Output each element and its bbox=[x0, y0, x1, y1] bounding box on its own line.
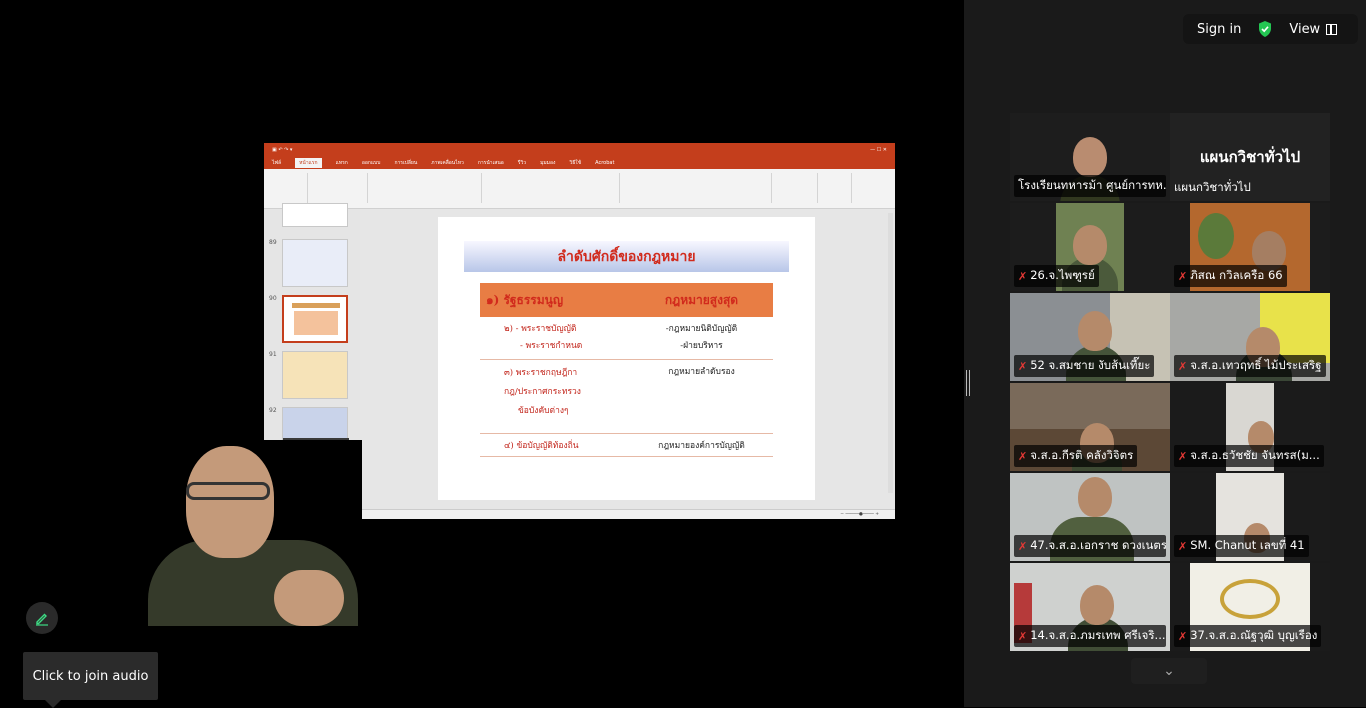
ppt-ribbon-tabs: ไฟล์ หน้าแรก แทรก ออกแบบ การเปลี่ยน ภาพเคลื่อ… bbox=[264, 156, 895, 169]
participant-tile-active-speaker[interactable]: โรงเรียนทหารม้า ศูนย์การทห... bbox=[1010, 113, 1170, 201]
slide-thumbnail-selected[interactable] bbox=[282, 295, 348, 343]
pencil-icon bbox=[36, 613, 48, 626]
top-right-controls: Sign in View bbox=[1183, 14, 1358, 44]
muted-mic-icon: ✗ bbox=[1178, 449, 1188, 463]
participant-tile[interactable]: ✗ จ.ส.อ.กีรติ คลังวิจิตร bbox=[1010, 383, 1170, 471]
participant-tile[interactable]: แผนกวิชาทั่วไป แผนกวิชาทั่วไป bbox=[1170, 113, 1330, 201]
table-row: ๔) ข้อบัญญัติท้องถิ่น กฎหมายองค์การบัญญั… bbox=[480, 433, 773, 457]
participant-name: ✗ จ.ส.อ.ธวัชชัย จันทรส(ม... bbox=[1174, 445, 1324, 467]
participant-name: ✗ ภิสณ กวิลเครือ 66 bbox=[1174, 265, 1287, 287]
participant-name: ✗ 14.จ.ส.อ.ภมรเทพ ศรีเจริ... bbox=[1014, 625, 1166, 647]
slide-thumbnail[interactable] bbox=[282, 203, 348, 227]
muted-mic-icon: ✗ bbox=[1178, 359, 1188, 373]
participant-name: ✗ 26.จ.ไพฑูรย์ bbox=[1014, 265, 1099, 287]
participant-name: ✗ จ.ส.อ.กีรติ คลังวิจิตร bbox=[1014, 445, 1138, 467]
presenter-video bbox=[134, 440, 362, 626]
ppt-ribbon bbox=[264, 169, 895, 209]
sign-in-link[interactable]: Sign in bbox=[1197, 22, 1241, 37]
participant-name: ✗ 37.จ.ส.อ.ณัฐวุฒิ บุญเรือง bbox=[1174, 625, 1322, 647]
table-cell: -ฝ่ายบริหาร bbox=[680, 341, 723, 351]
participant-tile[interactable]: ✗ จ.ส.อ.ธวัชชัย จันทรส(ม... bbox=[1170, 383, 1330, 471]
table-header-row: ๑) รัฐธรรมนูญ กฎหมายสูงสุด bbox=[480, 283, 773, 317]
table-cell: กฎหมายองค์การบัญญัติ bbox=[658, 441, 745, 451]
muted-mic-icon: ✗ bbox=[1178, 629, 1188, 643]
participant-name: แผนกวิชาทั่วไป bbox=[1174, 180, 1251, 194]
participant-display-name: แผนกวิชาทั่วไป bbox=[1199, 148, 1301, 166]
join-audio-label: Click to join audio bbox=[32, 668, 149, 684]
participant-tile[interactable]: ✗ ภิสณ กวิลเครือ 66 bbox=[1170, 203, 1330, 291]
table-cell: - พระราชกำหนด bbox=[520, 341, 583, 351]
panel-resize-handle[interactable] bbox=[966, 370, 970, 396]
participant-tile[interactable]: ✗ 26.จ.ไพฑูรย์ bbox=[1010, 203, 1170, 291]
vertical-scrollbar[interactable] bbox=[888, 213, 893, 493]
table-cell: -กฎหมายนิติบัญญัติ bbox=[665, 324, 738, 334]
table-row: ๓) พระราชกฤษฎีกา กฎ/ประกาศกระทรวง ข้อบัง… bbox=[480, 359, 773, 434]
participant-tile[interactable]: ✗ 37.จ.ส.อ.ณัฐวุฒิ บุญเรือง bbox=[1170, 563, 1330, 651]
muted-mic-icon: ✗ bbox=[1018, 629, 1028, 643]
participant-tile[interactable]: ✗ 52 จ.สมชาย งับส้นเที๊ยะ bbox=[1010, 293, 1170, 381]
table-row: ๒) - พระราชบัญญัติ - พระราชกำหนด -กฎหมาย… bbox=[480, 317, 773, 360]
muted-mic-icon: ✗ bbox=[1018, 269, 1028, 283]
table-cell: กฎ/ประกาศกระทรวง bbox=[504, 387, 581, 397]
participant-tile[interactable]: ✗ SM. Chanut เลขที่ 41 bbox=[1170, 473, 1330, 561]
slide-number: 92 bbox=[269, 407, 277, 414]
participant-name: ✗ 47.จ.ส.อ.เอกราช ดวงเนตร bbox=[1014, 535, 1166, 557]
muted-mic-icon: ✗ bbox=[1178, 539, 1188, 553]
muted-mic-icon: ✗ bbox=[1178, 269, 1188, 283]
participant-name: ✗ จ.ส.อ.เทวฤทธิ์ ไม้ประเสริฐ bbox=[1174, 355, 1326, 377]
gallery-next-page-button[interactable]: ⌄ bbox=[1131, 658, 1207, 684]
participant-name: โรงเรียนทหารม้า ศูนย์การทห... bbox=[1014, 175, 1166, 197]
muted-mic-icon: ✗ bbox=[1018, 359, 1028, 373]
ppt-titlebar: ▣ ↶ ↷ ▾ — ☐ ✕ bbox=[264, 143, 895, 156]
view-layout-icon bbox=[1326, 23, 1338, 35]
table-cell: กฎหมายลำดับรอง bbox=[668, 367, 735, 377]
table-cell: ๓) พระราชกฤษฎีกา bbox=[504, 368, 578, 378]
participant-tile[interactable]: ✗ จ.ส.อ.เทวฤทธิ์ ไม้ประเสริฐ bbox=[1170, 293, 1330, 381]
muted-mic-icon: ✗ bbox=[1018, 449, 1028, 463]
law-hierarchy-table: ๑) รัฐธรรมนูญ กฎหมายสูงสุด ๒) - พระราชบั… bbox=[480, 283, 773, 457]
table-cell: ๔) ข้อบัญญัติท้องถิ่น bbox=[504, 441, 579, 451]
participant-tile[interactable]: ✗ 47.จ.ส.อ.เอกราช ดวงเนตร bbox=[1010, 473, 1170, 561]
shield-check-icon[interactable] bbox=[1257, 20, 1273, 38]
participant-tile[interactable]: ✗ 14.จ.ส.อ.ภมรเทพ ศรีเจริ... bbox=[1010, 563, 1170, 651]
annotate-button[interactable] bbox=[26, 602, 58, 634]
table-cell: ๒) - พระราชบัญญัติ bbox=[504, 324, 577, 334]
slide-number: 91 bbox=[269, 351, 277, 358]
muted-mic-icon: ✗ bbox=[1018, 539, 1028, 553]
slide-title-band: ลำดับศักดิ์ของกฎหมาย bbox=[464, 241, 789, 272]
slide-thumbnail[interactable] bbox=[282, 351, 348, 399]
chevron-down-icon: ⌄ bbox=[1163, 663, 1175, 679]
view-menu-button[interactable]: View bbox=[1289, 21, 1338, 37]
table-header-left: ๑) รัฐธรรมนูญ bbox=[480, 283, 630, 317]
slide-number: 89 bbox=[269, 239, 277, 246]
slide-title: ลำดับศักดิ์ของกฎหมาย bbox=[557, 248, 696, 265]
view-label: View bbox=[1289, 21, 1321, 37]
slide-number: 90 bbox=[269, 295, 277, 302]
join-audio-tooltip[interactable]: Click to join audio bbox=[23, 652, 158, 708]
current-slide: ลำดับศักดิ์ของกฎหมาย ๑) รัฐธรรมนูญ กฎหมา… bbox=[438, 217, 815, 500]
slide-thumbnail[interactable] bbox=[282, 239, 348, 287]
table-cell: ข้อบังคับต่างๆ bbox=[518, 406, 569, 416]
participant-name: ✗ SM. Chanut เลขที่ 41 bbox=[1174, 535, 1309, 557]
participant-name: ✗ 52 จ.สมชาย งับส้นเที๊ยะ bbox=[1014, 355, 1155, 377]
table-header-right: กฎหมายสูงสุด bbox=[630, 283, 773, 317]
